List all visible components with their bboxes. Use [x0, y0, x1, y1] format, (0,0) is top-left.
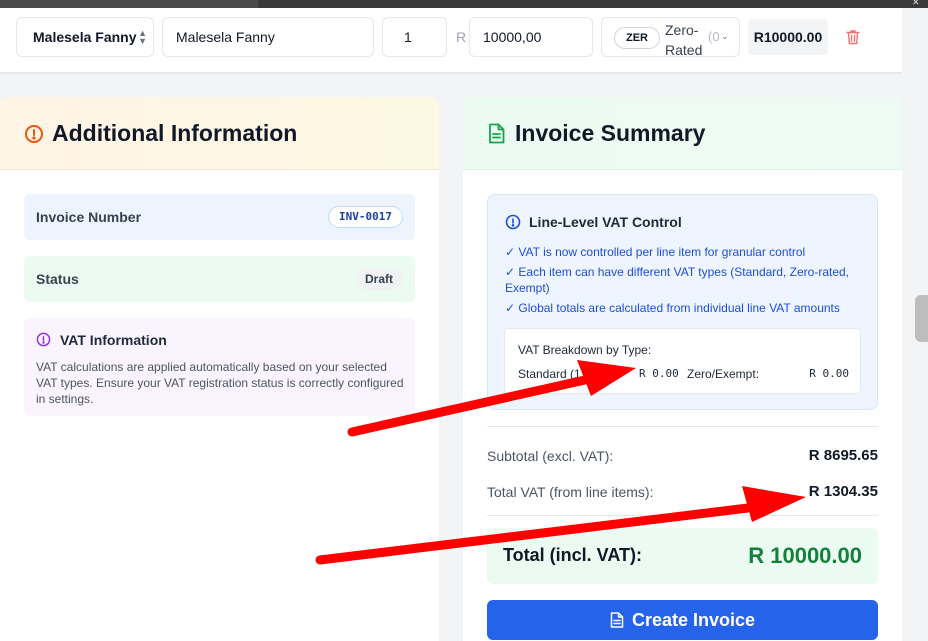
additional-information-header: Additional Information — [0, 97, 439, 170]
status-badge: Draft — [354, 268, 403, 290]
vat-breakdown-title: VAT Breakdown by Type: — [518, 343, 652, 357]
subtotal-value: R 8695.65 — [808, 447, 878, 464]
standard-vat-label: Standard (15%): — [518, 367, 580, 381]
description-input[interactable]: Malesela Fanny — [162, 17, 374, 57]
total-vat-value: R 1304.35 — [808, 483, 878, 500]
create-invoice-button[interactable]: Create Invoice — [487, 600, 878, 640]
invoice-line-item-row: Malesela Fanny ▲ ▼ Malesela Fanny 1 R 100… — [0, 8, 902, 73]
close-icon[interactable]: ✕ — [912, 0, 920, 8]
vat-control-point: ✓ Each item can have different VAT types… — [505, 265, 850, 295]
summary-divider — [487, 515, 878, 516]
customer-select[interactable]: Malesela Fanny ▲ ▼ — [16, 17, 154, 57]
page-scrollbar[interactable] — [912, 73, 928, 641]
vat-control-title: Line-Level VAT Control — [529, 214, 682, 230]
summary-divider — [487, 426, 878, 427]
invoice-number-row: Invoice Number INV-0017 — [24, 194, 415, 240]
create-invoice-label: Create Invoice — [631, 609, 756, 630]
grand-total-value: R 10000.00 — [748, 543, 862, 568]
unit-price-input[interactable]: 10000,00 — [469, 17, 593, 57]
select-arrows-icon: ▲ ▼ — [138, 28, 147, 46]
description-input-value: Malesela Fanny — [176, 29, 275, 45]
vat-information-text: VAT calculations are applied automatical… — [36, 360, 404, 406]
zero-exempt-label: Zero/Exempt: — [687, 367, 760, 381]
invoice-number-badge: INV-0017 — [328, 206, 403, 228]
file-text-icon — [610, 612, 624, 628]
window-close-control[interactable]: ✕ — [906, 0, 928, 8]
unit-price-input-value: 10000,00 — [483, 29, 542, 45]
vat-type-badge: ZER — [614, 27, 660, 49]
vat-type-select[interactable]: ZER Zero-Rated (0 ⌄ — [601, 17, 740, 58]
vat-breakdown-panel: VAT Breakdown by Type: Standard (15%): R… — [504, 328, 861, 394]
customer-select-value: Malesela Fanny — [33, 29, 137, 45]
additional-information-title: Additional Information — [52, 120, 298, 146]
status-row: Status Draft — [24, 256, 415, 302]
additional-information-card: Additional Information Invoice Number IN… — [0, 97, 439, 641]
alert-circle-icon — [505, 214, 521, 230]
standard-vat-value: R 0.00 — [639, 367, 679, 380]
browser-top-strip — [0, 0, 928, 8]
line-total: R10000.00 — [748, 19, 828, 55]
line-level-vat-control-box: Line-Level VAT Control ✓ VAT is now cont… — [487, 194, 878, 410]
scrollbar-thumb[interactable] — [915, 295, 928, 342]
vat-information-title: VAT Information — [60, 332, 167, 348]
subtotal-label: Subtotal (excl. VAT): — [487, 448, 614, 464]
alert-circle-icon — [25, 125, 43, 143]
vat-control-list: ✓ VAT is now controlled per line item fo… — [505, 244, 870, 320]
invoice-summary-title: Invoice Summary — [515, 120, 706, 146]
chevron-down-icon: ⌄ — [721, 31, 729, 41]
vat-control-point: ✓ Global totals are calculated from indi… — [505, 301, 840, 315]
alert-circle-icon — [36, 332, 51, 347]
zero-exempt-value: R 0.00 — [809, 367, 849, 380]
invoice-summary-header: Invoice Summary — [463, 97, 902, 170]
total-vat-label: Total VAT (from line items): — [487, 484, 654, 500]
vat-control-point: ✓ VAT is now controlled per line item fo… — [505, 245, 806, 259]
file-text-icon — [489, 123, 505, 144]
grand-total-box: Total (incl. VAT): R 10000.00 — [487, 528, 878, 584]
status-label: Status — [36, 271, 79, 287]
invoice-summary-card: Invoice Summary Line-Level VAT Control ✓… — [463, 97, 902, 641]
quantity-input[interactable]: 1 — [382, 17, 447, 57]
vat-information-box: VAT Information VAT calculations are app… — [24, 318, 415, 416]
grand-total-label: Total (incl. VAT): — [503, 545, 642, 565]
vat-type-suffix: (0 — [708, 29, 720, 44]
vat-type-label: Zero-Rated — [665, 22, 703, 58]
currency-symbol: R — [456, 29, 467, 45]
invoice-number-label: Invoice Number — [36, 209, 142, 225]
trash-icon[interactable] — [846, 29, 860, 45]
quantity-input-value: 1 — [404, 29, 412, 45]
